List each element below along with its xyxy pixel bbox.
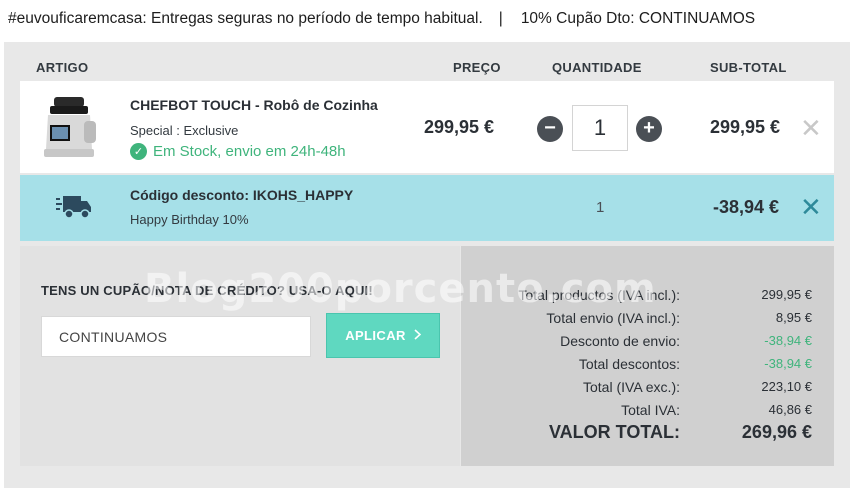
header-preco: PREÇO [453,60,501,75]
totals-summary: Total productos (IVA incl.): 299,95 € To… [461,246,834,466]
header-artigo: ARTIGO [36,60,89,75]
totals-row: Total IVA: 46,86 € [461,402,834,422]
discount-quantity: 1 [596,199,605,216]
totals-row: Total envio (IVA incl.): 8,95 € [461,310,834,330]
totals-row: Desconto de envio: -38,94 € [461,333,834,353]
close-icon: ✕ [800,113,822,143]
coupon-title: TENS UN CUPÃO/NOTA DE CRÉDITO? USA-O AQU… [41,283,373,298]
totals-label: Total envio (IVA incl.): [546,310,680,326]
totals-value: -38,94 € [764,356,812,371]
discount-subtotal: -38,94 € [713,197,780,217]
totals-value: -38,94 € [764,333,812,348]
cart-table-header: ARTIGO PREÇO QUANTIDADE SUB-TOTAL [4,42,850,80]
totals-row: Total descontos: -38,94 € [461,356,834,376]
product-image[interactable] [40,93,102,161]
discount-description: Happy Birthday 10% [130,212,249,227]
totals-value: 299,95 € [761,287,812,302]
banner-separator: | [498,10,503,27]
product-subtotal: 299,95 € [710,117,781,137]
promo-banner: #euvouficaremcasa: Entregas seguras no p… [0,0,856,38]
totals-value: 223,10 € [761,379,812,394]
quantity-input[interactable] [572,105,628,151]
product-name[interactable]: CHEFBOT TOUCH - Robô de Cozinha [130,97,378,113]
stock-status-text: Em Stock, envio em 24h-48h [153,143,346,160]
remove-discount-button[interactable]: ✕ [800,194,822,220]
plus-circle-icon: + [643,117,655,139]
product-price: 299,95 € [424,117,495,137]
totals-label: Desconto de envio: [560,333,680,349]
totals-value: 8,95 € [775,310,812,325]
totals-row: Total productos (IVA incl.): 299,95 € [461,287,834,307]
grand-total-value: 269,96 € [741,422,812,442]
chevron-right-icon [414,328,421,343]
increase-quantity-button[interactable]: + [636,116,662,142]
delivery-truck-icon [56,193,92,221]
close-icon: ✕ [800,192,822,222]
check-circle-icon: ✓ [130,143,147,160]
totals-label: Total descontos: [578,356,680,372]
stock-status: ✓ Em Stock, envio em 24h-48h [130,143,346,160]
cart-item-row: CHEFBOT TOUCH - Robô de Cozinha Special … [20,81,834,173]
discount-row: Código desconto: IKOHS_HAPPY Happy Birth… [20,175,834,241]
header-subtotal: SUB-TOTAL [710,60,787,75]
totals-label: Total productos (IVA incl.): [518,287,680,303]
remove-item-button[interactable]: ✕ [800,115,822,141]
totals-label: Total (IVA exc.): [583,379,680,395]
coupon-input[interactable] [41,316,311,357]
apply-coupon-button[interactable]: APLICAR [326,313,440,358]
totals-row: Total (IVA exc.): 223,10 € [461,379,834,399]
grand-total-label: VALOR TOTAL: [549,422,680,442]
apply-button-label: APLICAR [345,328,406,343]
grand-total-row: VALOR TOTAL: 269,96 € [461,422,834,448]
coupon-promo-text: 10% Cupão Dto: CONTINUAMOS [520,10,756,27]
totals-label: Total IVA: [621,402,680,418]
cart-panel: ARTIGO PREÇO QUANTIDADE SUB-TOTAL CHEFBO… [4,42,850,488]
coupon-section: TENS UN CUPÃO/NOTA DE CRÉDITO? USA-O AQU… [20,246,460,466]
discount-code-name: Código desconto: IKOHS_HAPPY [130,187,354,203]
product-variant: Special : Exclusive [130,123,239,138]
minus-circle-icon: − [544,117,556,139]
totals-value: 46,86 € [768,402,812,417]
promo-text: #euvouficaremcasa: Entregas seguras no p… [8,10,483,27]
header-quantidade: QUANTIDADE [552,60,642,75]
decrease-quantity-button[interactable]: − [537,116,563,142]
